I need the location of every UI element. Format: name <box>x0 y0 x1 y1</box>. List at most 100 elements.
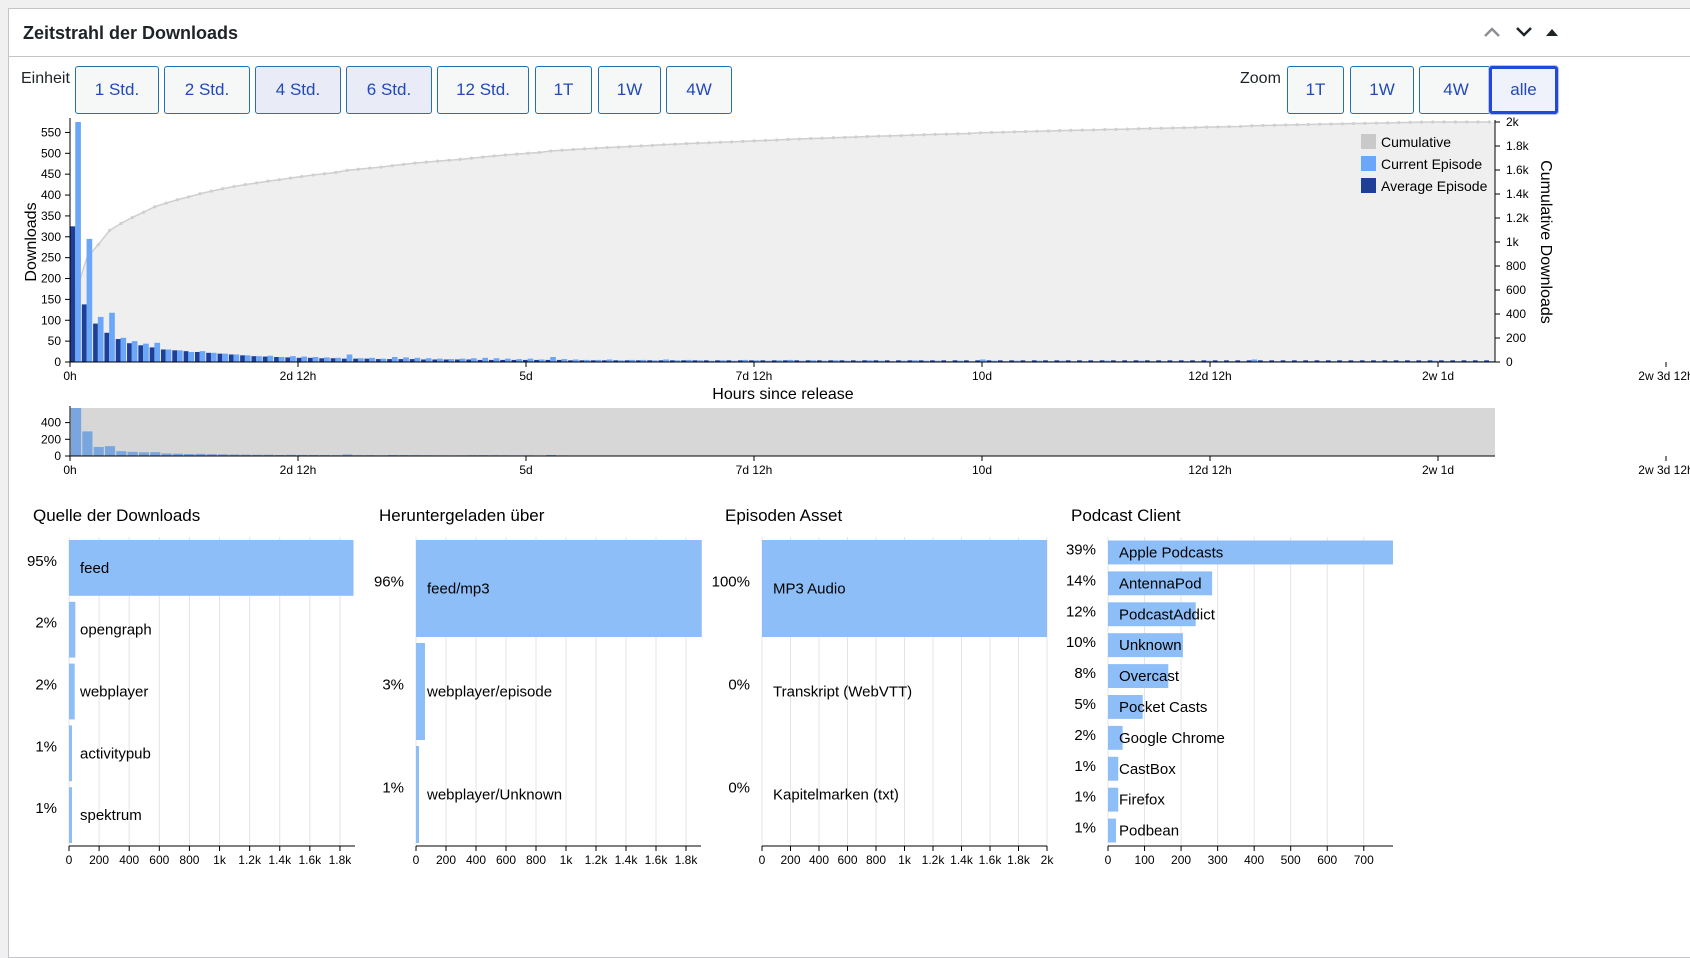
x-tick-label: 12d 12h <box>1188 369 1231 383</box>
cumulative-point <box>492 154 496 158</box>
y-tick-label: 100 <box>41 313 61 327</box>
cumulative-point <box>277 178 281 182</box>
x-tick-label: 600 <box>496 853 516 867</box>
overview-bar <box>127 451 138 456</box>
cumulative-point <box>944 132 949 136</box>
cumulative-point <box>831 136 835 140</box>
cumulative-point <box>662 143 666 147</box>
cumulative-point <box>447 158 451 162</box>
bar-average-episode <box>285 357 291 362</box>
cumulative-point <box>1352 121 1356 126</box>
cumulative-point <box>650 143 655 147</box>
bar-current-episode <box>459 358 466 362</box>
x-tick-label: 800 <box>179 853 199 867</box>
cumulative-point <box>141 210 146 214</box>
y2-tick-label: 400 <box>1506 307 1526 321</box>
cumulative-point <box>1125 127 1130 131</box>
bar-current-episode <box>143 343 149 362</box>
bar-current-episode <box>154 342 161 362</box>
bar-label: Unknown <box>1119 637 1182 654</box>
bar-current-episode <box>312 356 319 362</box>
percent-label: 0% <box>728 780 750 797</box>
x-tick-label: 10d <box>972 369 992 383</box>
breakdown-title: Podcast Client <box>1071 506 1181 525</box>
bar-average-episode <box>70 226 76 362</box>
cumulative-point <box>119 221 123 226</box>
bar-current-episode <box>199 351 206 362</box>
percent-label: 2% <box>1074 727 1096 744</box>
cumulative-point <box>153 205 157 209</box>
cumulative-point <box>209 189 213 193</box>
cumulative-point <box>854 135 858 139</box>
cumulative-point <box>899 133 903 138</box>
overview-y-tick-label: 0 <box>54 449 61 463</box>
y-tick-label: 250 <box>41 251 61 265</box>
bar-average-episode <box>104 332 110 362</box>
percent-label: 96% <box>374 574 404 591</box>
bar <box>416 746 419 843</box>
bar-average-episode <box>240 355 245 362</box>
x-tick-label: 200 <box>89 853 109 867</box>
bar-current-episode <box>177 350 183 362</box>
cumulative-point <box>288 176 293 180</box>
cumulative-point <box>1295 123 1299 127</box>
bar-label: feed/mp3 <box>427 581 490 598</box>
x-tick-label: 0 <box>66 853 73 867</box>
bar-average-episode <box>138 345 144 362</box>
cumulative-point <box>582 147 587 151</box>
cumulative-point <box>390 164 394 168</box>
cumulative-point <box>571 147 575 152</box>
x-axis-title: Hours since release <box>712 386 854 403</box>
cumulative-point <box>1431 120 1435 124</box>
x-tick-label: 1.8k <box>1007 853 1031 867</box>
cumulative-point <box>322 172 327 176</box>
y-tick-label: 200 <box>41 272 61 286</box>
bar-current-episode <box>505 358 511 362</box>
overview-bar <box>93 446 104 456</box>
bar-average-episode <box>172 350 178 362</box>
cumulative-point <box>673 142 677 146</box>
bar-average-episode <box>81 304 87 362</box>
cumulative-point <box>379 165 383 169</box>
bar-average-episode <box>228 354 234 362</box>
y-tick-label: 500 <box>41 146 61 160</box>
cumulative-point <box>1272 123 1277 127</box>
bar-current-episode <box>278 356 285 362</box>
cumulative-point <box>1193 125 1197 130</box>
bar-current-episode <box>290 356 296 362</box>
y2-tick-label: 0 <box>1506 355 1513 369</box>
bar-current-episode <box>244 355 251 362</box>
cumulative-point <box>345 168 349 172</box>
bar-average-episode <box>364 358 370 362</box>
bar-current-episode <box>301 356 308 362</box>
cumulative-point <box>311 173 315 177</box>
y-tick-label: 150 <box>41 292 61 306</box>
x-tick-label: 1.2k <box>922 853 946 867</box>
x-tick-label: 1k <box>560 853 574 867</box>
cumulative-point <box>933 132 937 136</box>
bar-label: Pocket Casts <box>1119 699 1207 716</box>
x-tick-label: 1.2k <box>585 853 609 867</box>
overview-x-tick-label: 10d <box>972 463 992 477</box>
cumulative-point <box>1453 120 1458 124</box>
bar-label: webplayer <box>79 684 148 701</box>
cumulative-point <box>1340 122 1344 126</box>
y2-tick-label: 1.8k <box>1506 139 1530 153</box>
cumulative-point <box>424 160 428 164</box>
cumulative-point <box>469 156 474 160</box>
cumulative-point <box>763 138 768 143</box>
x-tick-label: 100 <box>1135 853 1155 867</box>
overview-bar <box>104 446 116 456</box>
cumulative-point <box>1408 120 1412 124</box>
cumulative-point <box>526 151 530 155</box>
x-tick-label: 1.8k <box>329 853 353 867</box>
bar-average-episode <box>341 358 347 362</box>
cumulative-point <box>1318 122 1322 126</box>
y2-tick-label: 2k <box>1506 115 1520 129</box>
bar <box>69 725 72 782</box>
bar-label: webplayer/episode <box>426 684 552 701</box>
cumulative-point <box>820 136 824 140</box>
bar-average-episode <box>308 357 313 362</box>
y2-axis-title: Cumulative Downloads <box>1537 160 1554 324</box>
bar-average-episode <box>127 343 132 362</box>
